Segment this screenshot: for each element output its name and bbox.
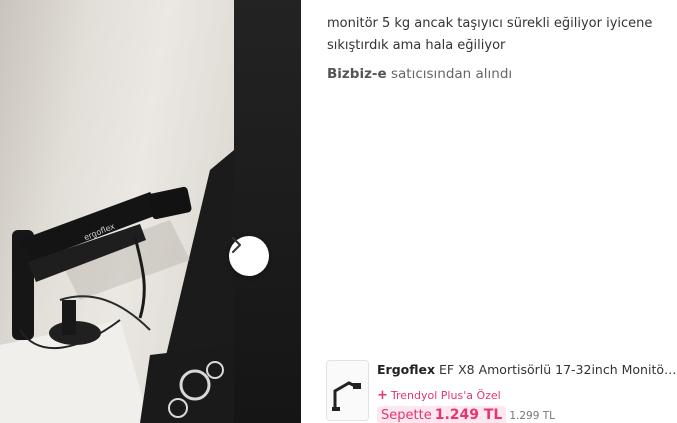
- review-photo[interactable]: ergoflex: [0, 0, 301, 423]
- plus-label: Trendyol Plus'a Özel: [390, 389, 501, 402]
- plus-icon: +: [377, 388, 388, 403]
- product-name: EF X8 Amortisörlü 17-32inch Monitör Kol.…: [435, 362, 677, 377]
- product-image: [327, 361, 368, 420]
- seller-info: Bizbiz-e satıcısından alındı: [327, 66, 512, 82]
- chevron-right-icon: [232, 237, 241, 253]
- price-row: Sepette 1.249 TL 1.299 TL: [377, 404, 555, 423]
- next-photo-button[interactable]: [229, 236, 269, 276]
- product-thumbnail[interactable]: [326, 360, 369, 421]
- product-title[interactable]: Ergoflex EF X8 Amortisörlü 17-32inch Mon…: [377, 362, 677, 377]
- sepette-price: 1.249 TL: [434, 407, 503, 423]
- seller-suffix: satıcısından alındı: [386, 66, 513, 82]
- plus-badge: + Trendyol Plus'a Özel: [377, 388, 501, 403]
- seller-name[interactable]: Bizbiz-e: [327, 66, 387, 82]
- sepette-price-badge: Sepette 1.249 TL: [377, 406, 507, 423]
- product-brand: Ergoflex: [377, 362, 436, 377]
- product-card[interactable]: Ergoflex EF X8 Amortisörlü 17-32inch Mon…: [326, 359, 677, 423]
- review-text: monitör 5 kg ancak taşıyıcı sürekli eğil…: [327, 16, 653, 53]
- old-price: 1.299 TL: [509, 410, 556, 422]
- monitor-arm-illustration: ergoflex: [0, 150, 234, 423]
- sepette-label: Sepette: [381, 408, 432, 423]
